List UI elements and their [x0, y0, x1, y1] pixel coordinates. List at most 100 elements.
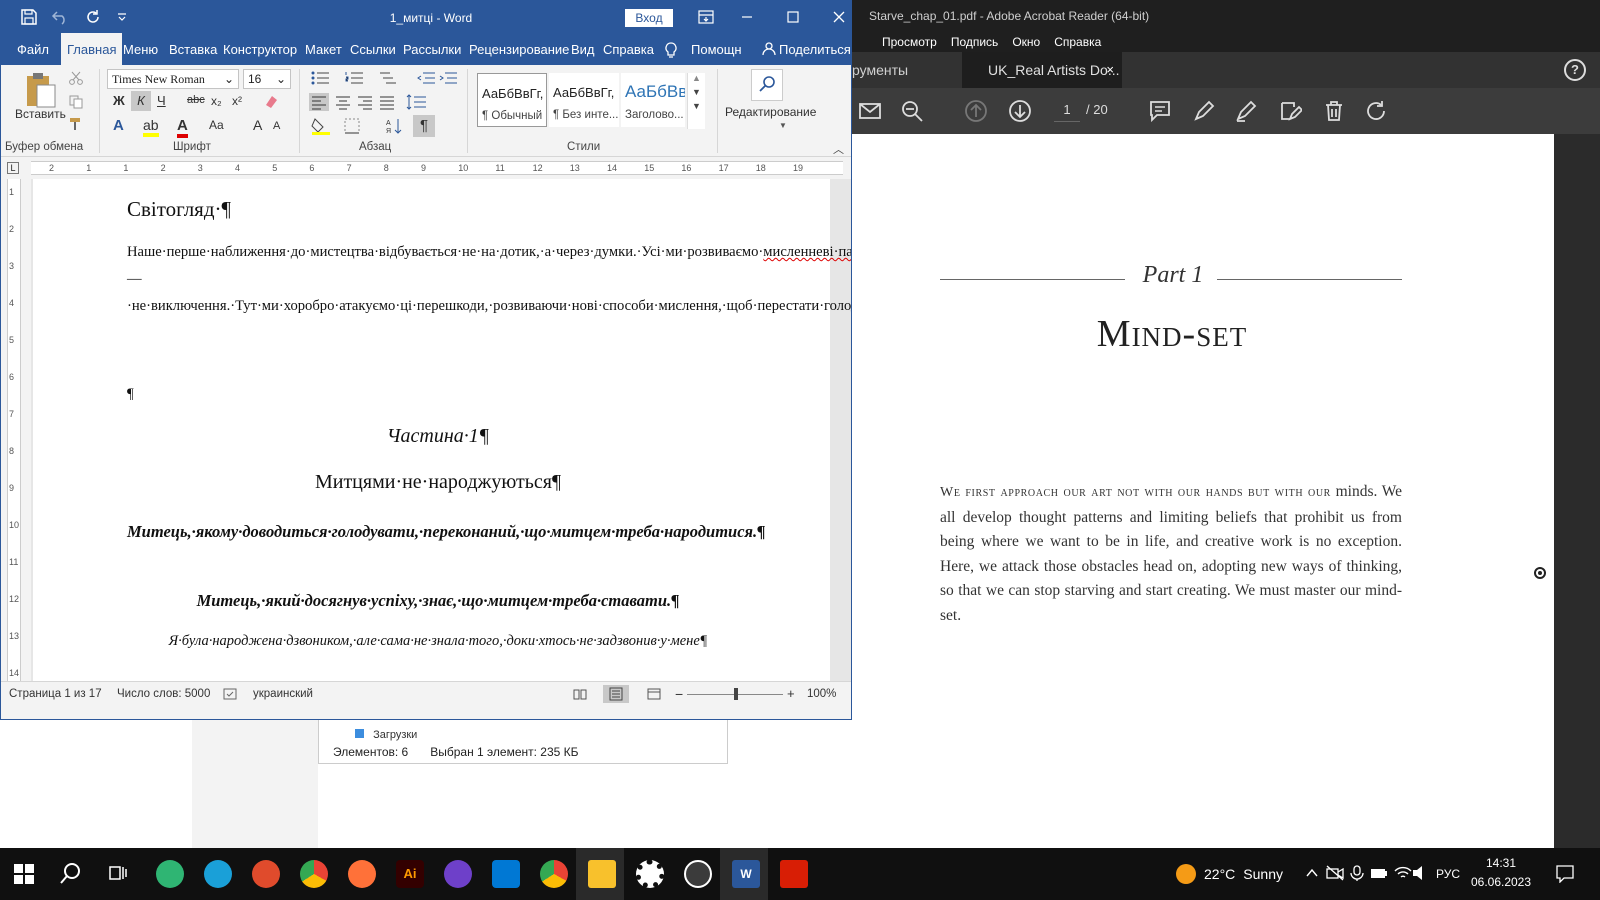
firefox-icon[interactable] — [348, 860, 376, 888]
tab-document[interactable]: UK_Real Artists Do... × — [962, 52, 1122, 88]
file-explorer-icon[interactable] — [588, 860, 616, 888]
read-mode-icon[interactable] — [573, 688, 587, 700]
windows-start-icon[interactable] — [14, 864, 34, 884]
page-count[interactable]: Страница 1 из 17 — [9, 682, 102, 706]
zoom-out-button[interactable]: − — [675, 682, 683, 706]
shrink-font-button[interactable]: A — [273, 120, 280, 132]
tab-help[interactable]: Справка — [603, 33, 654, 65]
task-view-icon[interactable] — [108, 863, 128, 883]
tab-mailings[interactable]: Рассылки — [403, 33, 461, 65]
help-icon[interactable]: ? — [1564, 59, 1586, 81]
zoom-out-icon[interactable] — [900, 99, 924, 123]
align-right-icon[interactable] — [355, 93, 375, 111]
borders-icon[interactable] — [343, 117, 361, 135]
page-number-input[interactable]: 1 — [1054, 98, 1080, 122]
acrobat-icon[interactable] — [780, 860, 808, 888]
format-painter-icon[interactable] — [69, 117, 83, 131]
close-tab-icon[interactable]: × — [1106, 52, 1114, 88]
media-player-icon[interactable] — [684, 860, 712, 888]
email-icon[interactable] — [858, 99, 882, 123]
zoom-in-button[interactable]: + — [787, 682, 795, 706]
tab-insert[interactable]: Вставка — [169, 33, 217, 65]
volume-icon[interactable] — [1412, 865, 1428, 881]
font-color-icon[interactable]: A — [177, 117, 188, 138]
share-button[interactable]: Поделиться — [779, 33, 851, 65]
clear-formatting-icon[interactable] — [263, 93, 279, 109]
paste-button[interactable]: Вставить — [15, 107, 66, 121]
chevron-up-icon[interactable] — [1306, 868, 1318, 878]
show-formatting-marks-button[interactable]: ¶ — [413, 115, 435, 137]
style-no-spacing[interactable]: АаБбВвГг, ¶ Без инте... — [549, 73, 619, 127]
highlight-color-icon[interactable]: ab — [143, 117, 159, 137]
increase-indent-icon[interactable] — [439, 71, 457, 85]
strikethrough-button[interactable]: abc — [187, 94, 205, 106]
tab-file[interactable]: Файл — [17, 33, 49, 65]
pdf-viewport[interactable]: Part 1 Mind-set We first approach our ar… — [832, 134, 1600, 848]
paste-icon[interactable] — [23, 71, 57, 111]
styles-scroll[interactable]: ▲ ▼ ▼ — [687, 73, 705, 129]
chatgpt-icon[interactable] — [156, 860, 184, 888]
search-icon[interactable] — [60, 862, 82, 884]
proofing-icon[interactable] — [223, 688, 237, 700]
document-page[interactable]: Світогляд·¶ Наше·перше·наближення·до·мис… — [33, 179, 851, 681]
tab-tools[interactable]: рументы — [852, 52, 954, 88]
ribbon-display-icon[interactable] — [698, 10, 714, 24]
zoom-slider-thumb[interactable] — [734, 688, 738, 700]
bold-button[interactable]: Ж — [113, 93, 125, 108]
style-normal[interactable]: АаБбВвГг, ¶ Обычный — [477, 73, 547, 127]
highlight-icon[interactable] — [1192, 99, 1216, 123]
chrome-icon[interactable] — [300, 860, 328, 888]
editing-button[interactable]: Редактирование — [725, 105, 816, 119]
zoom-level[interactable]: 100% — [807, 682, 836, 706]
shading-icon[interactable] — [311, 117, 331, 135]
tab-menu[interactable]: Меню — [123, 33, 158, 65]
rotate-icon[interactable] — [1364, 99, 1388, 123]
language-indicator[interactable]: украинский — [253, 682, 313, 706]
underline-button[interactable]: Ч — [157, 93, 166, 108]
sort-icon[interactable]: AЯ — [385, 117, 403, 135]
wifi-icon[interactable] — [1394, 865, 1412, 881]
illustrator-icon[interactable]: Ai — [396, 860, 424, 888]
decrease-indent-icon[interactable] — [417, 71, 435, 85]
vscode-icon[interactable] — [492, 860, 520, 888]
battery-icon[interactable] — [1370, 866, 1388, 880]
scroll-indicator[interactable] — [1534, 567, 1546, 579]
delete-icon[interactable] — [1322, 99, 1346, 123]
bullets-icon[interactable] — [311, 71, 329, 85]
tab-view[interactable]: Вид — [571, 33, 595, 65]
justify-icon[interactable] — [377, 93, 397, 111]
word-icon[interactable]: W — [732, 860, 760, 888]
horizontal-ruler[interactable]: L 2 1 1 2 3 4 5 6 7 8 9 10 11 12 13 14 15 16 17 18 19 — [1, 157, 851, 179]
word-count[interactable]: Число слов: 5000 — [117, 682, 210, 706]
edge-icon[interactable] — [204, 860, 232, 888]
settings-gear-icon[interactable] — [636, 860, 664, 888]
minimize-icon[interactable] — [741, 11, 753, 23]
grow-font-button[interactable]: A — [253, 117, 262, 133]
copy-icon[interactable] — [69, 95, 83, 109]
line-spacing-icon[interactable] — [405, 93, 427, 111]
chrome-profile-icon[interactable] — [540, 860, 568, 888]
save-icon[interactable] — [21, 9, 37, 25]
vertical-ruler[interactable]: 1 2 3 4 5 6 7 8 9 10 11 12 13 14 — [1, 179, 31, 681]
customize-toolbar-icon[interactable] — [117, 13, 127, 21]
collapse-ribbon-icon[interactable]: ︿ — [833, 141, 844, 157]
next-page-icon[interactable] — [1008, 99, 1032, 123]
undo-icon[interactable] — [51, 9, 69, 25]
github-desktop-icon[interactable] — [444, 860, 472, 888]
edit-pdf-icon[interactable] — [1278, 99, 1302, 123]
clock[interactable]: 14:31 06.06.2023 — [1466, 854, 1536, 892]
prev-page-icon[interactable] — [964, 99, 988, 123]
tell-me-search[interactable]: Помощн — [691, 33, 742, 65]
align-center-icon[interactable] — [333, 93, 353, 111]
chevron-down-icon[interactable]: ▼ — [688, 87, 705, 97]
cut-icon[interactable] — [69, 71, 83, 85]
font-name-dropdown[interactable]: Times New Roman ⌄ — [107, 69, 239, 89]
italic-button[interactable]: К — [131, 91, 151, 111]
chevron-up-icon[interactable]: ▲ — [688, 73, 705, 83]
web-layout-icon[interactable] — [647, 688, 661, 700]
style-heading[interactable]: АаБбВв Заголово... — [621, 73, 685, 127]
text-effects-icon[interactable]: A — [113, 117, 124, 134]
find-icon[interactable] — [751, 69, 783, 101]
menu-view[interactable]: Просмотр — [882, 32, 937, 52]
tab-selector-icon[interactable]: L — [7, 162, 19, 174]
